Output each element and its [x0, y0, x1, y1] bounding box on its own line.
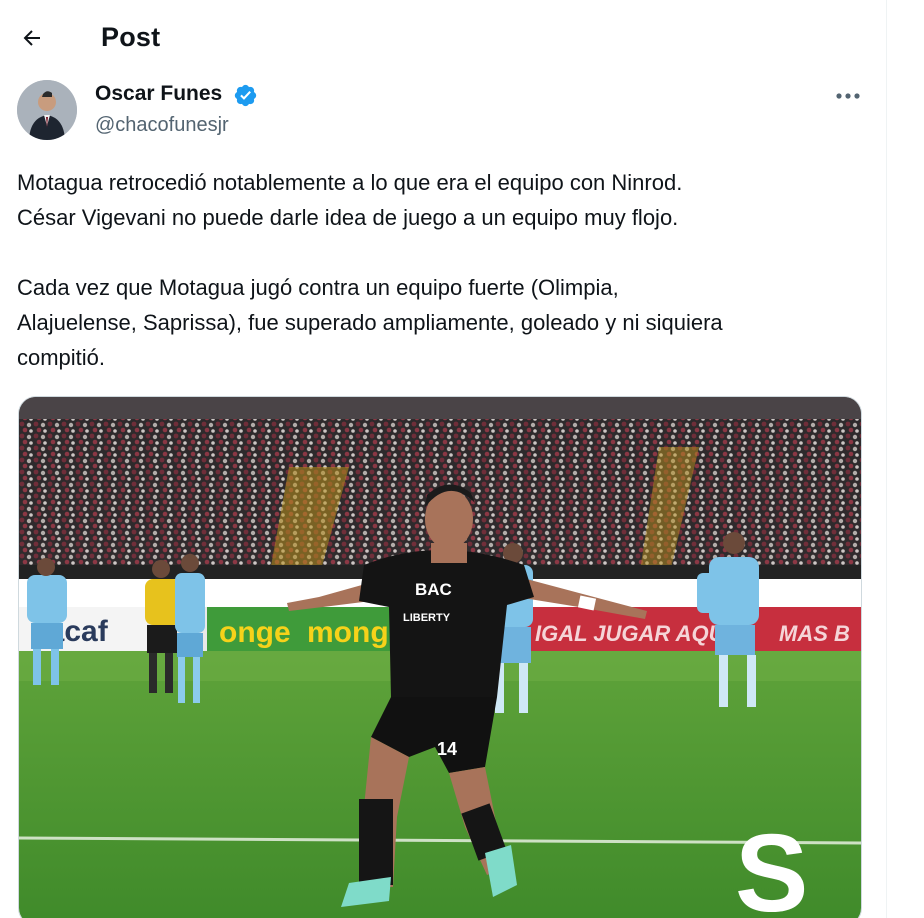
post-text-line: Cada vez que Motagua jugó contra un equi… — [17, 275, 619, 300]
page-title: Post — [101, 22, 161, 52]
post-text-line: Motagua retrocedió notablemente a lo que… — [17, 170, 683, 195]
column-divider — [886, 0, 887, 918]
avatar[interactable] — [17, 80, 77, 140]
ad-board-text: onge — [219, 616, 291, 649]
arrow-left-icon — [23, 30, 40, 46]
club-logo-watermark: S — [735, 812, 808, 918]
jersey-sponsor: BAC — [415, 580, 452, 599]
ad-board-text: IGAL JUGAR AQU — [535, 621, 726, 646]
ad-board-text: MAS B — [779, 621, 850, 646]
shorts-number: 14 — [437, 739, 457, 759]
post-text: Motagua retrocedió notablemente a lo que… — [17, 165, 877, 375]
post-media-photo[interactable]: cacaf onge monge IGAL JUGAR AQU MAS B BA… — [18, 396, 862, 918]
post-text-line: Alajuelense, Saprissa), fue superado amp… — [17, 310, 723, 335]
post-text-line: César Vigevani no puede darle idea de ju… — [17, 205, 679, 230]
jersey-sponsor-2: LIBERTY — [403, 612, 451, 624]
more-options-button[interactable] — [830, 82, 866, 110]
author-name[interactable]: Oscar Funes — [95, 82, 222, 106]
post-header: Post — [0, 0, 886, 76]
verified-badge-icon — [234, 84, 257, 107]
author-handle[interactable]: @chacofunesjr — [95, 114, 229, 137]
more-horizontal-icon — [836, 93, 860, 99]
post-text-line: compitió. — [17, 345, 106, 370]
back-button[interactable] — [14, 20, 50, 56]
